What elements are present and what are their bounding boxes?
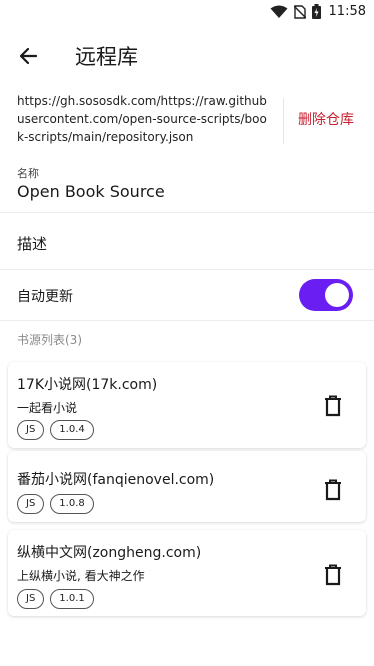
battery-charging-icon xyxy=(311,4,321,19)
source-title: 番茄小说网(fanqienovel.com) xyxy=(17,472,215,488)
delete-source-icon[interactable] xyxy=(324,395,342,417)
name-field[interactable]: Open Book Source xyxy=(17,182,165,201)
name-label: 名称 xyxy=(17,167,39,180)
toggle-knob xyxy=(325,283,349,307)
tag-version: 1.0.8 xyxy=(50,494,94,514)
delete-source-icon[interactable] xyxy=(324,564,342,586)
tag-version: 1.0.1 xyxy=(50,589,94,609)
wifi-icon xyxy=(270,5,288,18)
source-tags: JS 1.0.8 xyxy=(17,494,94,514)
arrow-left-icon xyxy=(19,47,38,65)
tag-version: 1.0.4 xyxy=(50,420,94,440)
tag-language: JS xyxy=(17,494,45,514)
tag-language: JS xyxy=(17,589,45,609)
source-tags: JS 1.0.4 xyxy=(17,420,94,440)
status-time: 11:58 xyxy=(328,4,366,19)
source-title: 纵横中文网(zongheng.com) xyxy=(17,545,202,561)
source-card[interactable]: 17K小说网(17k.com) 一起看小说 JS 1.0.4 xyxy=(8,362,366,448)
delete-source-icon[interactable] xyxy=(324,479,342,501)
tag-language: JS xyxy=(17,420,45,440)
source-card[interactable]: 番茄小说网(fanqienovel.com) JS 1.0.8 xyxy=(8,451,366,522)
delete-repository-button[interactable]: 删除仓库 xyxy=(298,109,354,129)
sources-section-header: 书源列表(3) xyxy=(17,333,82,347)
source-subtitle: 上纵横小说, 看大神之作 xyxy=(17,569,145,583)
auto-update-label: 自动更新 xyxy=(17,289,73,305)
source-card[interactable]: 纵横中文网(zongheng.com) 上纵横小说, 看大神之作 JS 1.0.… xyxy=(8,530,366,616)
vertical-divider xyxy=(283,98,284,144)
status-icons: 11:58 xyxy=(270,4,366,19)
divider xyxy=(0,212,374,213)
description-field[interactable]: 描述 xyxy=(17,233,47,254)
auto-update-toggle[interactable] xyxy=(299,279,353,311)
page-title: 远程库 xyxy=(75,45,138,69)
status-bar: 11:58 xyxy=(0,0,374,26)
source-tags: JS 1.0.1 xyxy=(17,589,94,609)
app-bar: 远程库 xyxy=(0,28,374,84)
sim-off-icon xyxy=(293,4,306,19)
divider xyxy=(0,320,374,321)
repository-url: https://gh.sososdk.com/https://raw.githu… xyxy=(17,94,267,144)
divider xyxy=(0,269,374,270)
back-button[interactable] xyxy=(12,40,44,72)
source-title: 17K小说网(17k.com) xyxy=(17,377,158,393)
source-subtitle: 一起看小说 xyxy=(17,401,78,415)
